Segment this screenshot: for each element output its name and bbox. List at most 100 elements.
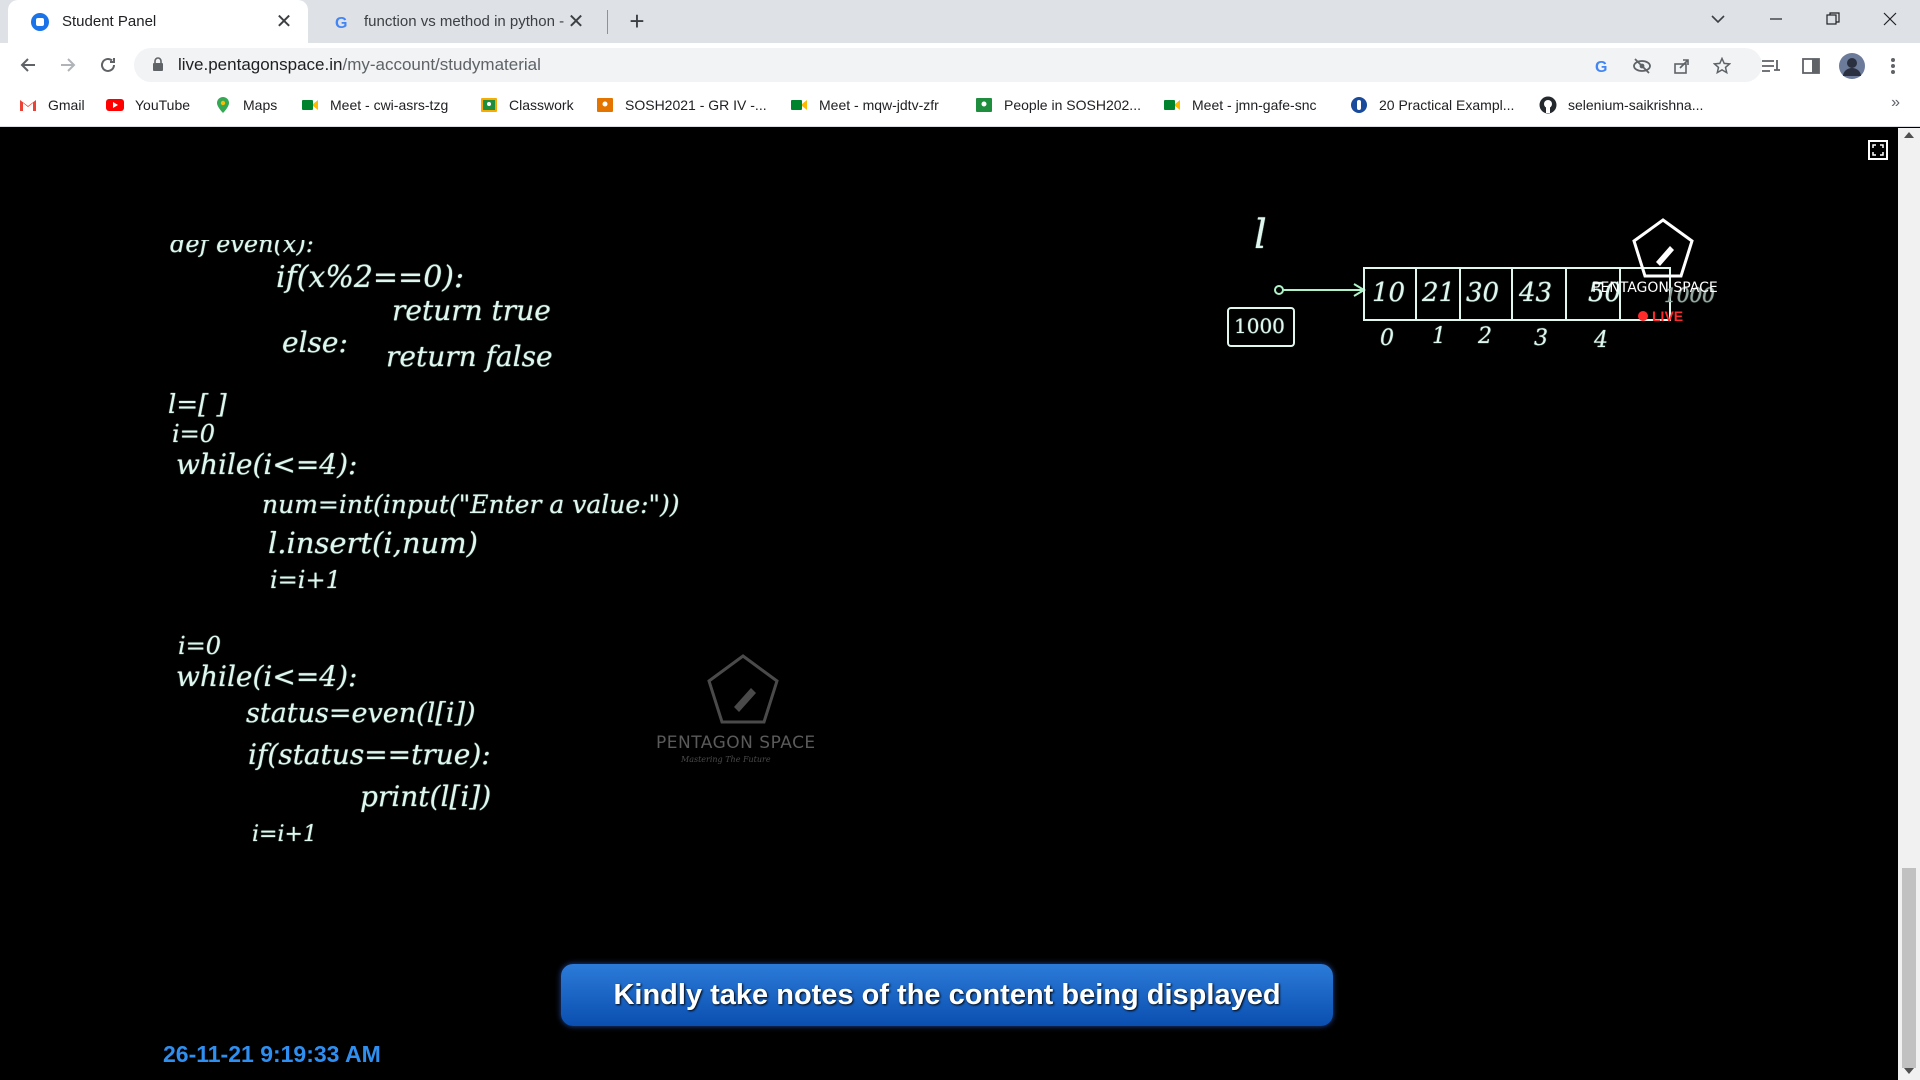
tab-search-button[interactable] <box>1690 0 1746 38</box>
bookmark-label: Meet - jmn-gafe-snc <box>1192 97 1317 113</box>
diagram-index: 4 <box>1594 328 1608 353</box>
bookmark-practical-examples[interactable]: 20 Practical Exampl... <box>1350 88 1514 122</box>
bookmarks-bar: Gmail YouTube Maps Meet - cwi-asrs-tzg C… <box>0 88 1920 127</box>
diagram-index: 1 <box>1432 324 1446 349</box>
bookmark-label: People in SOSH202... <box>1004 97 1141 113</box>
live-label: LIVE <box>1652 308 1684 324</box>
bookmark-label: Meet - mqw-jdtv-zfr <box>819 97 939 113</box>
restore-icon <box>1826 12 1840 25</box>
site-icon <box>1351 97 1367 113</box>
bookmark-label: 20 Practical Exampl... <box>1379 97 1515 113</box>
classroom-icon <box>597 98 613 112</box>
diagram-cell: 43 <box>1519 278 1553 308</box>
browser-toolbar: live.pentagonspace.in/my-account/studyma… <box>0 43 1920 88</box>
tab-strip: Student Panel ✕ G function vs method in … <box>0 0 1920 43</box>
maps-icon <box>217 97 229 113</box>
bookmark-label: SOSH2021 - GR IV -... <box>625 97 767 113</box>
bookmark-meet-jmn[interactable]: Meet - jmn-gafe-snc <box>1163 88 1316 122</box>
eye-off-icon[interactable] <box>1632 56 1652 76</box>
watermark-name: PENTAGON SPACE <box>656 733 816 753</box>
close-tab-icon[interactable]: ✕ <box>274 11 294 33</box>
code-line: if(x%2==0): <box>276 260 465 295</box>
fullscreen-button[interactable] <box>1868 140 1888 160</box>
bookmark-label: selenium-saikrishna... <box>1568 97 1704 113</box>
tab-function-vs-method[interactable]: G function vs method in python - G ✕ <box>310 0 600 43</box>
profile-avatar[interactable] <box>1838 52 1866 80</box>
tab-title: function vs method in python - G <box>364 13 566 30</box>
url-path: /my-account/studymaterial <box>342 55 541 74</box>
meet-icon <box>1164 100 1180 110</box>
code-line: return true <box>392 294 551 327</box>
diagram-cell: 10 <box>1372 278 1406 308</box>
tab-separator <box>607 10 608 34</box>
google-lens-icon[interactable]: G <box>1592 56 1612 76</box>
live-dot-icon <box>1638 311 1648 321</box>
minimize-button[interactable] <box>1748 0 1804 38</box>
forward-button[interactable] <box>52 49 84 81</box>
pentagon-space-favicon-icon <box>31 12 49 31</box>
close-icon <box>1883 12 1897 26</box>
bookmark-gmail[interactable]: Gmail <box>19 88 85 122</box>
page-scrollbar[interactable] <box>1898 128 1920 1080</box>
lock-icon[interactable] <box>152 57 164 72</box>
code-line: if(status==true): <box>248 738 491 771</box>
diagram-index: 0 <box>1380 326 1394 351</box>
diagram-cell: 21 <box>1422 278 1456 308</box>
code-line: i=0 <box>178 632 222 660</box>
reading-list-icon[interactable] <box>1760 55 1782 77</box>
fullscreen-icon <box>1872 144 1884 156</box>
code-line: while(i<=4): <box>176 660 358 693</box>
video-player[interactable]: def even(x): if(x%2==0): return true els… <box>0 128 1898 1080</box>
video-timestamp: 26-11-21 9:19:33 AM <box>163 1041 381 1067</box>
code-line: i=i+1 <box>270 566 341 594</box>
code-line: while(i<=4): <box>176 448 358 481</box>
live-indicator: LIVE <box>1638 308 1683 324</box>
new-tab-button[interactable]: + <box>623 8 651 36</box>
watermark-tagline: Mastering The Future <box>681 755 771 764</box>
scrollbar-thumb[interactable] <box>1902 868 1916 1068</box>
meet-icon <box>302 100 318 110</box>
classroom-icon <box>481 98 497 112</box>
diagram-cell: 30 <box>1466 278 1500 308</box>
share-icon[interactable] <box>1672 56 1692 76</box>
bookmark-sosh2021[interactable]: SOSH2021 - GR IV -... <box>596 88 767 122</box>
code-line: status=even(l[i]) <box>246 698 476 729</box>
bookmark-classwork[interactable]: Classwork <box>480 88 574 122</box>
bookmarks-overflow-button[interactable]: » <box>1891 94 1900 112</box>
code-line: l=[ ] <box>168 390 227 420</box>
restore-button[interactable] <box>1805 0 1861 38</box>
google-favicon-icon: G <box>335 15 347 32</box>
tab-student-panel[interactable]: Student Panel ✕ <box>8 0 308 43</box>
bookmark-maps[interactable]: Maps <box>214 88 277 122</box>
code-line: l.insert(i,num) <box>268 526 478 560</box>
classroom-icon <box>976 98 992 112</box>
back-button[interactable] <box>12 49 44 81</box>
youtube-icon <box>106 99 124 111</box>
scroll-up-arrow-icon[interactable] <box>1904 132 1914 138</box>
bookmark-people-sosh[interactable]: People in SOSH202... <box>975 88 1141 122</box>
logo-name: PENTAGON SPACE <box>1592 280 1718 296</box>
svg-text:G: G <box>1595 59 1607 75</box>
bookmark-star-icon[interactable] <box>1712 56 1732 76</box>
url-text[interactable]: live.pentagonspace.in/my-account/studyma… <box>178 48 541 82</box>
bookmark-meet-mqw[interactable]: Meet - mqw-jdtv-zfr <box>790 88 939 122</box>
arrow-left-icon <box>20 58 35 72</box>
scroll-down-arrow-icon[interactable] <box>1904 1068 1914 1074</box>
bookmark-youtube[interactable]: YouTube <box>106 88 190 122</box>
close-tab-icon[interactable]: ✕ <box>566 11 586 33</box>
reload-icon <box>101 57 115 72</box>
address-bar[interactable]: live.pentagonspace.in/my-account/studyma… <box>134 48 1762 82</box>
menu-kebab-icon[interactable] <box>1882 55 1904 77</box>
arrow-right-icon <box>61 58 76 72</box>
side-panel-icon[interactable] <box>1800 55 1822 77</box>
reload-button[interactable] <box>92 49 124 81</box>
bookmark-selenium[interactable]: selenium-saikrishna... <box>1539 88 1703 122</box>
github-icon <box>1539 96 1557 114</box>
diagram-var-label: l <box>1254 212 1267 258</box>
chevron-down-icon <box>1711 15 1725 24</box>
bookmark-meet-cwi[interactable]: Meet - cwi-asrs-tzg <box>301 88 448 122</box>
code-line: else: <box>282 326 348 359</box>
code-line: def even(x): <box>170 240 314 258</box>
close-window-button[interactable] <box>1862 0 1918 38</box>
svg-text:G: G <box>335 15 347 32</box>
